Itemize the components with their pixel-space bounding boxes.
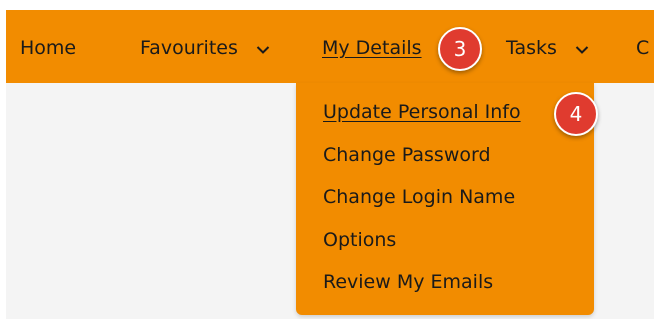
step-badge-3-label: 3	[453, 37, 467, 61]
main-navigation-bar: Home Favourites My Details Tasks C	[6, 10, 654, 83]
nav-item-tasks[interactable]: Tasks	[506, 10, 589, 83]
nav-item-favourites-label: Favourites	[140, 37, 238, 59]
menu-item-options-label: Options	[323, 229, 397, 251]
menu-item-review-my-emails[interactable]: Review My Emails	[323, 271, 493, 293]
menu-item-change-password[interactable]: Change Password	[323, 144, 491, 166]
nav-item-truncated[interactable]: C	[636, 10, 649, 83]
chevron-down-icon	[256, 11, 270, 87]
my-details-dropdown-menu: Update Personal Info Change Password Cha…	[296, 83, 594, 315]
menu-item-change-login-name-label: Change Login Name	[323, 186, 516, 208]
nav-item-favourites[interactable]: Favourites	[140, 10, 270, 83]
nav-item-tasks-label: Tasks	[506, 37, 557, 59]
nav-item-truncated-label: C	[636, 37, 650, 59]
menu-item-update-personal-info[interactable]: Update Personal Info	[323, 101, 521, 123]
menu-item-update-personal-info-label: Update Personal Info	[323, 101, 521, 123]
menu-item-change-password-label: Change Password	[323, 144, 491, 166]
menu-item-review-my-emails-label: Review My Emails	[323, 271, 494, 293]
step-badge-3: 3	[438, 27, 482, 71]
step-badge-4: 4	[554, 92, 598, 136]
chevron-down-icon	[575, 11, 589, 87]
menu-item-options[interactable]: Options	[323, 229, 396, 251]
nav-item-home-label: Home	[20, 37, 77, 59]
menu-item-change-login-name[interactable]: Change Login Name	[323, 186, 515, 208]
nav-item-my-details-label: My Details	[322, 37, 422, 59]
nav-item-my-details[interactable]: My Details	[322, 10, 422, 83]
step-badge-4-label: 4	[569, 102, 583, 126]
nav-item-home[interactable]: Home	[20, 10, 76, 83]
